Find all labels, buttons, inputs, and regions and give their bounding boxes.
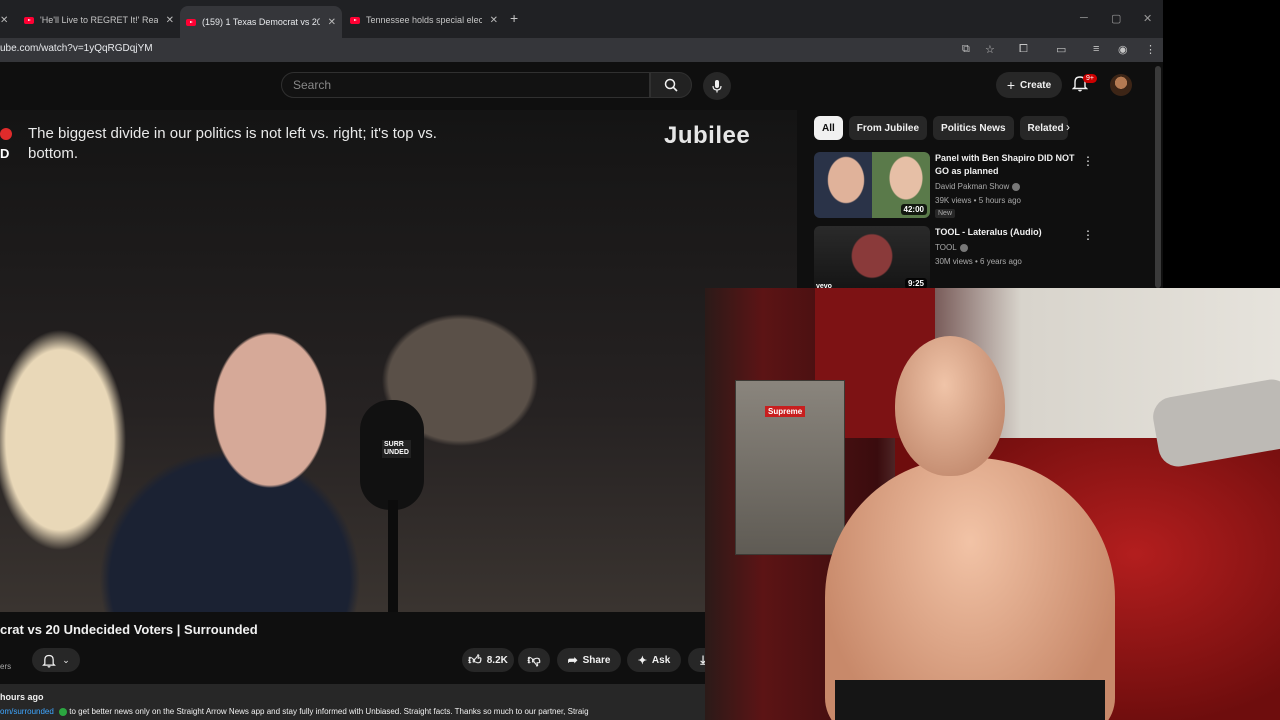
video-thumbnail[interactable]: vevo 9:25 [814, 226, 930, 292]
search-icon [664, 78, 678, 92]
account-avatar[interactable] [1110, 74, 1132, 96]
video-player[interactable]: SURR UNDED D The biggest divide in our p… [0, 110, 797, 612]
search-input[interactable]: Search [281, 72, 650, 98]
dark-shorts [835, 680, 1105, 720]
share-button[interactable]: ➦ Share [557, 648, 621, 672]
subscriber-count: ers [0, 662, 12, 671]
side-panel-icon[interactable]: ▭ [1056, 43, 1066, 56]
video-duration: 42:00 [900, 204, 927, 215]
record-dot-icon [0, 128, 12, 140]
youtube-favicon-icon [186, 18, 196, 26]
mic-brand-label: SURR UNDED [382, 440, 411, 458]
tab-texas-democrat[interactable]: (159) 1 Texas Democrat vs 20 U ✕ [180, 6, 342, 38]
tab-strip: ✕ 'He'll Live to REGRET It!' Reactio ✕ (… [0, 0, 1163, 38]
create-button[interactable]: + Create [996, 72, 1062, 98]
new-tab-button[interactable]: + [510, 10, 518, 26]
new-badge: New [935, 209, 956, 218]
tab-close-icon[interactable]: ✕ [166, 15, 174, 26]
tab-title: 'He'll Live to REGRET It!' Reactio [40, 15, 158, 25]
description-link[interactable]: om/surrounded [0, 707, 54, 716]
webcam-overlay: Supreme [705, 288, 1280, 720]
chip-politics-news[interactable]: Politics News [933, 116, 1014, 140]
chip-all[interactable]: All [814, 116, 843, 140]
more-options-icon[interactable]: ⋮ [1082, 228, 1094, 242]
filter-chips: All From Jubilee Politics News Related [814, 116, 1068, 140]
maximize-button[interactable]: ▢ [1111, 12, 1121, 25]
chevron-right-icon[interactable]: › [1066, 120, 1070, 134]
channel-name: TOOL [935, 243, 968, 252]
video-title: crat vs 20 Undecided Voters | Surrounded [0, 622, 258, 637]
ask-label: Ask [651, 654, 671, 666]
tab-close-icon[interactable]: ✕ [490, 15, 498, 26]
youtube-header: Search + Create 9+ [0, 62, 1163, 110]
share-label: Share [582, 654, 611, 666]
share-arrow-icon: ➦ [567, 653, 578, 667]
plus-icon: + [1006, 77, 1016, 93]
video-caption: The biggest divide in our politics is no… [28, 125, 437, 162]
chip-related[interactable]: Related [1019, 116, 1068, 140]
tab-close-icon[interactable]: ✕ [328, 17, 336, 28]
url-field[interactable]: ube.com/watch?v=1yQqRGDqjYM [0, 43, 153, 54]
verified-check-icon [1012, 182, 1021, 191]
screen: ✕ 'He'll Live to REGRET It!' Reactio ✕ (… [0, 0, 1280, 720]
sparkle-icon: ✦ [637, 654, 647, 667]
recommendation-title[interactable]: Panel with Ben Shapiro DID NOT GO as pla… [935, 152, 1085, 178]
youtube-favicon-icon [350, 16, 360, 24]
tab-close-offscreen[interactable]: ✕ [0, 6, 14, 34]
tab-title: (159) 1 Texas Democrat vs 20 U [202, 17, 320, 27]
recommendation-item[interactable]: vevo 9:25 TOOL - Lateralus (Audio) TOOL … [814, 226, 1144, 292]
description-body: to get better news only on the Straight … [69, 707, 589, 716]
ask-button[interactable]: ✦ Ask [627, 648, 681, 672]
close-window-button[interactable]: ✕ [1143, 12, 1152, 25]
supreme-sticker: Supreme [765, 406, 806, 417]
browser-menu-icon[interactable]: ⋮ [1145, 43, 1156, 56]
chevron-down-icon: ⌄ [62, 654, 70, 665]
description-box[interactable]: hours ago om/surrounded to get better ne… [0, 684, 705, 720]
thumbs-down-icon: 👎︎ [527, 652, 541, 667]
video-thumbnail[interactable]: 42:00 [814, 152, 930, 218]
description-text: om/surrounded to get better news only on… [0, 707, 589, 716]
tab-tennessee[interactable]: Tennessee holds special electio ✕ [344, 6, 504, 34]
search-button[interactable] [650, 72, 692, 98]
minimize-button[interactable]: ─ [1080, 12, 1088, 24]
microphone-icon [712, 80, 722, 93]
view-meta: 39K views • 5 hours ago [935, 196, 1021, 205]
caption-mark: D [0, 146, 10, 161]
chip-from-jubilee[interactable]: From Jubilee [848, 116, 928, 140]
jubilee-watermark: Jubilee [664, 122, 751, 149]
recommendation-item[interactable]: 42:00 Panel with Ben Shapiro DID NOT GO … [814, 152, 1144, 218]
page-scrollbar[interactable] [1155, 66, 1161, 288]
voice-search-button[interactable] [703, 72, 731, 100]
address-bar: ube.com/watch?v=1yQqRGDqjYM ⧉ ☆ ⧠ ▭ ≡ ◉ … [0, 38, 1163, 62]
recommendation-title[interactable]: TOOL - Lateralus (Audio) [935, 226, 1085, 239]
upload-time: hours ago [0, 692, 44, 702]
more-options-icon[interactable]: ⋮ [1082, 154, 1094, 168]
like-button[interactable]: 👍︎ 8.2K [462, 648, 514, 672]
bookmark-star-icon[interactable]: ☆ [985, 43, 995, 56]
subscription-bell-button[interactable]: ⌄ [32, 648, 80, 672]
mic-stand [388, 500, 398, 612]
person-head [895, 336, 1005, 476]
extensions-icon[interactable]: ⧠ [1019, 43, 1028, 56]
verified-check-icon [59, 707, 68, 716]
profile-icon[interactable]: ◉ [1118, 43, 1128, 56]
tab-reaction[interactable]: 'He'll Live to REGRET It!' Reactio ✕ [18, 6, 180, 34]
notification-count-badge: 9+ [1083, 74, 1097, 83]
youtube-favicon-icon [24, 16, 34, 24]
like-count: 8.2K [486, 654, 508, 666]
channel-name: David Pakman Show [935, 182, 1021, 191]
install-app-icon[interactable]: ⧉ [962, 43, 970, 56]
verified-check-icon [959, 243, 968, 252]
tab-title: Tennessee holds special electio [366, 15, 482, 25]
media-controls-icon[interactable]: ≡ [1093, 43, 1099, 55]
bell-icon [42, 654, 57, 668]
thumbs-up-icon: 👍︎ [468, 652, 482, 667]
create-label: Create [1020, 79, 1052, 91]
dislike-button[interactable]: 👎︎ [518, 648, 550, 672]
view-meta: 30M views • 6 years ago [935, 257, 1022, 266]
